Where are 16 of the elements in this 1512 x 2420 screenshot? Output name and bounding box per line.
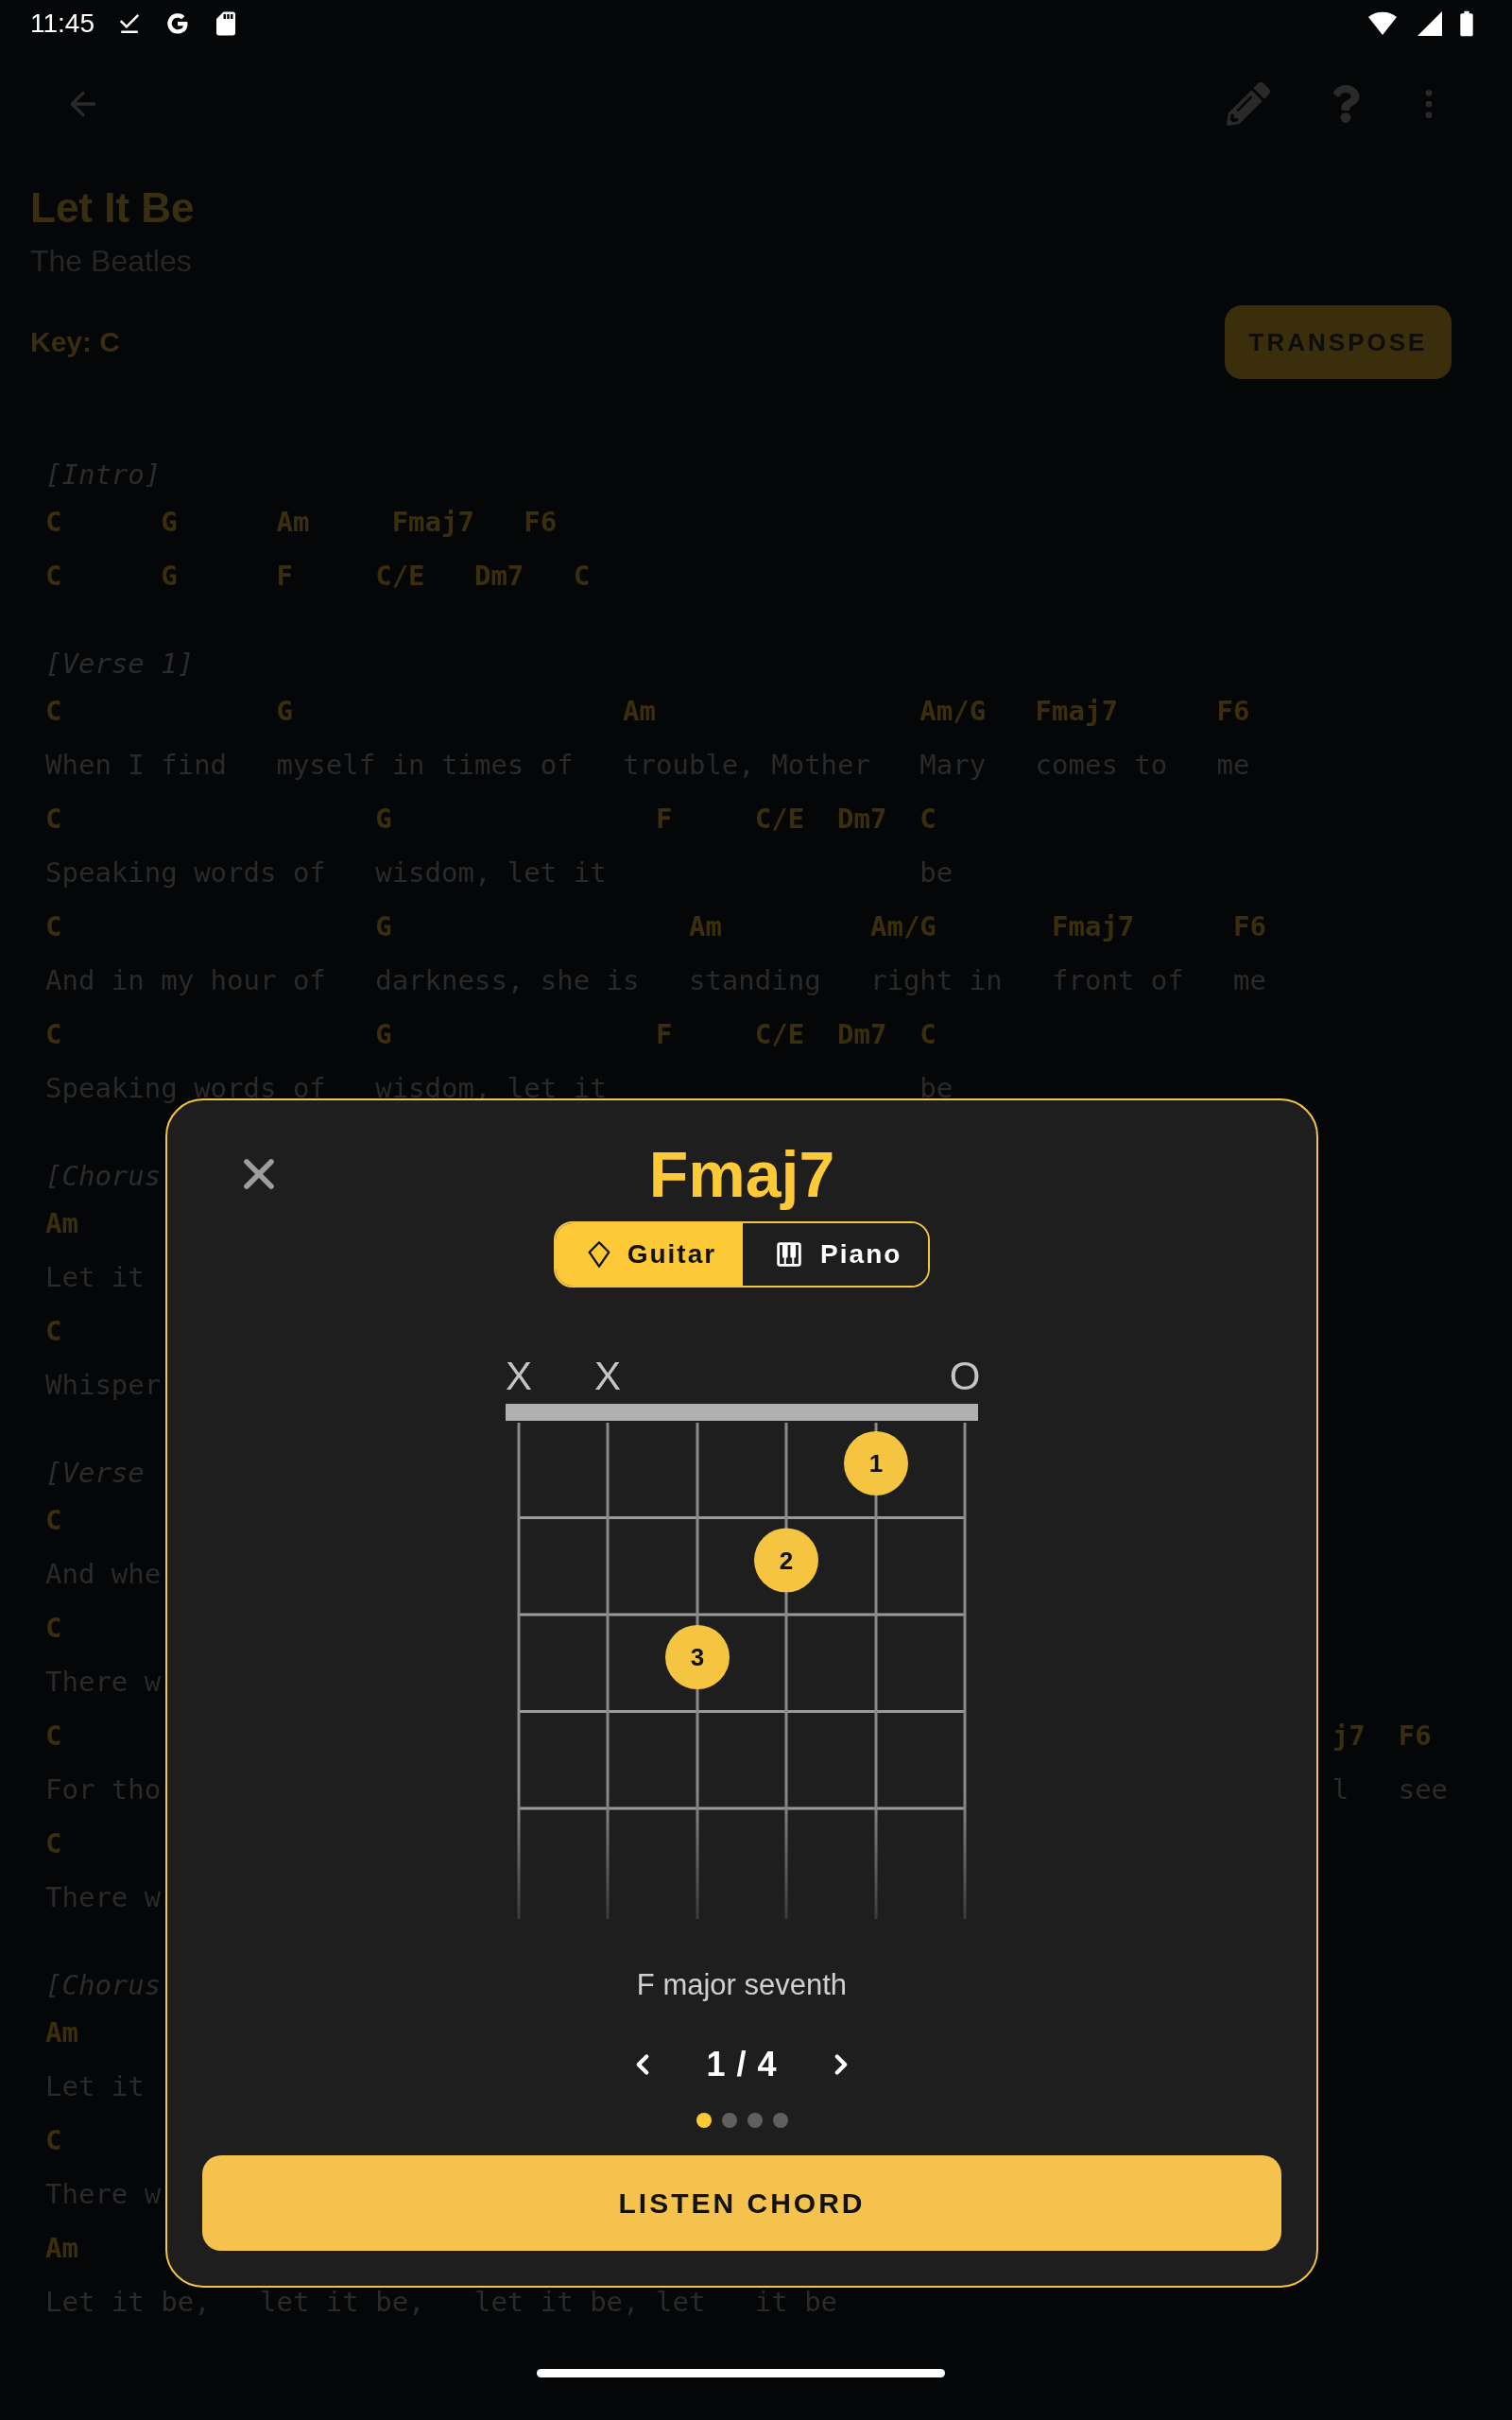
listen-chord-button[interactable]: LISTEN CHORD — [202, 2155, 1281, 2251]
string-mark: O — [949, 1354, 981, 1398]
instrument-tab[interactable]: Guitar — [555, 1223, 744, 1286]
finger-dot: 1 — [844, 1431, 908, 1495]
chord-full-name: F major seventh — [636, 1967, 848, 2003]
status-time: 11:45 — [30, 9, 94, 39]
guitar-pick-icon — [585, 1240, 612, 1269]
page-counter: 1 / 4 — [706, 2045, 778, 2084]
string-mark: X — [506, 1354, 532, 1398]
wifi-icon — [1368, 11, 1397, 36]
signal-icon — [1418, 11, 1442, 36]
finger-dot: 2 — [754, 1528, 818, 1593]
finger-dot: 3 — [665, 1625, 730, 1689]
pencil-icon[interactable] — [1227, 82, 1270, 126]
chord-title: Fmaj7 — [647, 1137, 836, 1212]
string-mark: X — [594, 1354, 621, 1398]
